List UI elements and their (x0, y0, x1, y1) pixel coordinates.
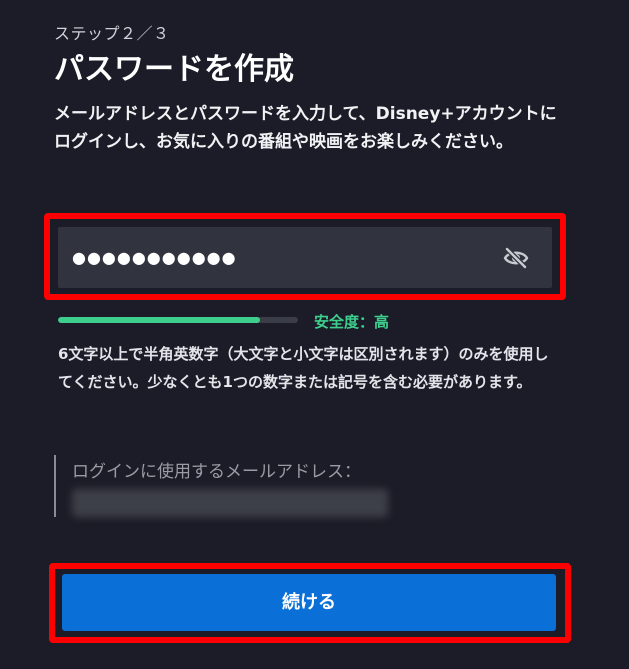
page-description: メールアドレスとパスワードを入力して、Disney+アカウントにログインし、お気… (54, 104, 557, 152)
login-email-block: ログインに使用するメールアドレス： (54, 455, 536, 517)
password-hint: 6文字以上で半角英数字（大文字と小文字は区別されます）のみを使用してください。少… (58, 345, 549, 391)
login-email-label: ログインに使用するメールアドレス： (72, 462, 361, 482)
password-field[interactable]: ●●●●●●●●●●● (58, 227, 552, 288)
blurred-email-value (72, 489, 388, 517)
password-strength-fill (58, 317, 260, 323)
password-strength-bar (58, 317, 298, 323)
page-title: パスワードを作成 (54, 52, 294, 87)
continue-button[interactable]: 続ける (62, 574, 556, 631)
eye-off-icon[interactable] (502, 244, 530, 272)
password-strength-label: 安全度：高 (314, 313, 390, 331)
password-value: ●●●●●●●●●●● (72, 248, 237, 267)
step-indicator: ステップ２／３ (54, 24, 170, 43)
